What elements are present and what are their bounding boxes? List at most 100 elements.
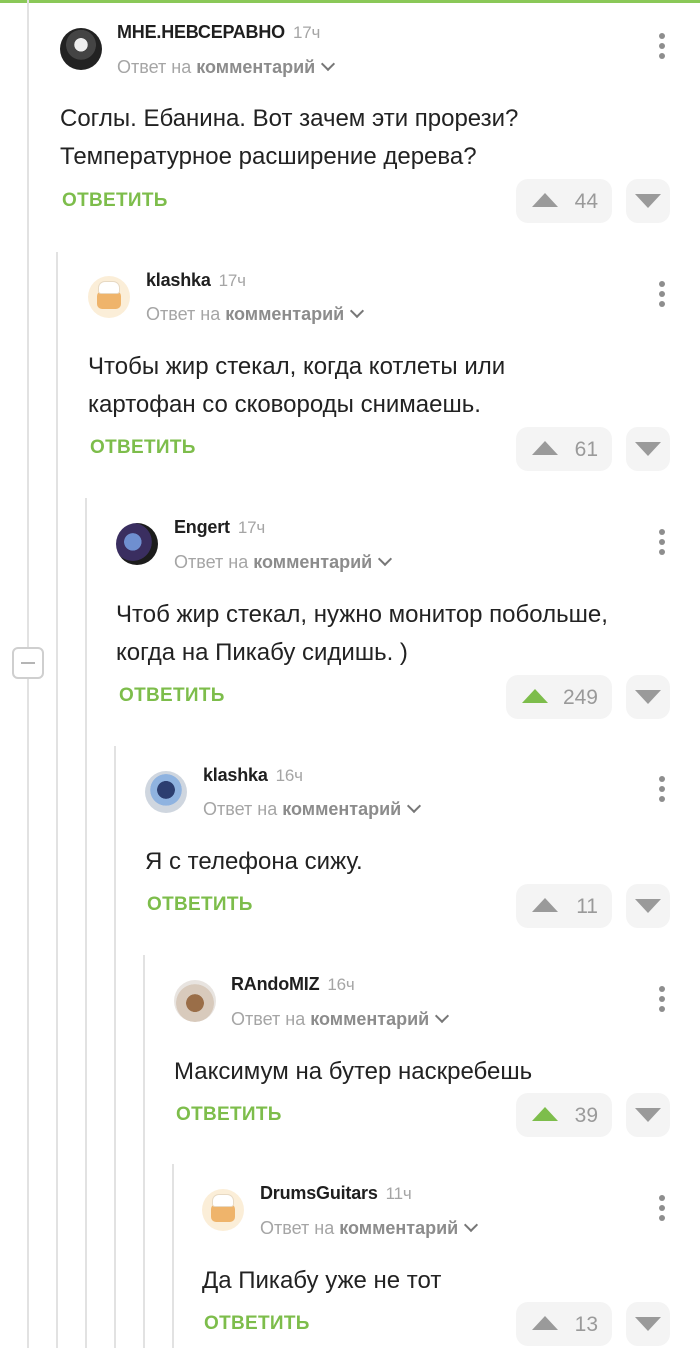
reply-button[interactable]: ОТВЕТИТЬ	[147, 894, 253, 916]
upvote-button[interactable]: 13	[516, 1302, 612, 1346]
author-name[interactable]: klashka	[203, 765, 268, 785]
reply-to-link[interactable]: Ответ на комментарий	[203, 798, 422, 820]
chevron-down-icon[interactable]	[350, 303, 365, 319]
reply-to-link[interactable]: Ответ на комментарий	[260, 1217, 479, 1239]
upvote-arrow-icon	[532, 1316, 558, 1330]
reply-prefix: Ответ на	[203, 799, 278, 819]
more-menu-icon[interactable]	[652, 281, 672, 311]
downvote-button[interactable]	[626, 1093, 670, 1137]
thread-line	[114, 746, 116, 1348]
reply-to-link[interactable]: Ответ на комментарий	[231, 1008, 450, 1030]
downvote-arrow-icon	[635, 1317, 661, 1331]
chevron-down-icon[interactable]	[321, 56, 336, 72]
comment-author[interactable]: DrumsGuitars 11ч	[260, 1183, 412, 1204]
reply-prefix: Ответ на	[260, 1218, 335, 1238]
comment-text: Да Пикабу уже не тот	[202, 1267, 442, 1294]
comment-author[interactable]: klashka 16ч	[203, 765, 303, 786]
doll-avatar[interactable]	[174, 980, 216, 1022]
author-name[interactable]: МНЕ.НЕВСЕРАВНО	[117, 22, 285, 42]
thread-line	[27, 679, 29, 1348]
reply-prefix: Ответ на	[117, 57, 192, 77]
more-menu-icon[interactable]	[652, 986, 672, 1016]
more-menu-icon[interactable]	[652, 529, 672, 559]
upvote-button[interactable]: 249	[506, 675, 612, 719]
comment-time: 11ч	[385, 1184, 412, 1203]
comment-text: Чтобы жир стекал, когда котлеты или карт…	[88, 353, 506, 418]
more-menu-icon[interactable]	[652, 776, 672, 806]
reply-parent-link[interactable]: комментарий	[225, 304, 344, 324]
chevron-down-icon[interactable]	[378, 551, 393, 567]
vote-score: 11	[576, 895, 598, 918]
upvote-arrow-icon	[532, 193, 558, 207]
reply-button[interactable]: ОТВЕТИТЬ	[90, 437, 196, 459]
comment-author[interactable]: Engert 17ч	[174, 517, 265, 538]
thread-line	[172, 1164, 174, 1348]
chevron-down-icon[interactable]	[435, 1008, 450, 1024]
reply-button[interactable]: ОТВЕТИТЬ	[119, 685, 225, 707]
reply-to-link[interactable]: Ответ на комментарий	[117, 56, 336, 78]
reply-parent-link[interactable]: комментарий	[196, 57, 315, 77]
downvote-arrow-icon	[635, 194, 661, 208]
vote-score: 249	[562, 686, 598, 709]
reply-parent-link[interactable]: комментарий	[282, 799, 401, 819]
comment-text: Я с телефона сижу.	[145, 848, 363, 875]
downvote-button[interactable]	[626, 1302, 670, 1346]
reply-parent-link[interactable]: комментарий	[339, 1218, 458, 1238]
comment-time: 16ч	[275, 766, 303, 785]
reply-prefix: Ответ на	[231, 1009, 306, 1029]
reply-to-link[interactable]: Ответ на комментарий	[146, 303, 365, 325]
downvote-button[interactable]	[626, 884, 670, 928]
downvote-button[interactable]	[626, 427, 670, 471]
chef-avatar[interactable]	[88, 276, 130, 318]
vote-score: 44	[574, 190, 598, 213]
reply-button[interactable]: ОТВЕТИТЬ	[204, 1313, 310, 1335]
author-name[interactable]: Engert	[174, 517, 230, 537]
reply-prefix: Ответ на	[146, 304, 221, 324]
chevron-down-icon[interactable]	[464, 1217, 479, 1233]
reply-button[interactable]: ОТВЕТИТЬ	[176, 1104, 282, 1126]
comment-author[interactable]: klashka 17ч	[146, 270, 246, 291]
upvote-arrow-icon	[522, 689, 548, 703]
downvote-button[interactable]	[626, 179, 670, 223]
chef-avatar[interactable]	[202, 1189, 244, 1231]
downvote-button[interactable]	[626, 675, 670, 719]
downvote-arrow-icon	[635, 1108, 661, 1122]
thread-line	[143, 955, 145, 1348]
upvote-button[interactable]: 11	[516, 884, 612, 928]
downvote-arrow-icon	[635, 899, 661, 913]
upvote-arrow-icon	[532, 441, 558, 455]
reply-to-link[interactable]: Ответ на комментарий	[174, 551, 393, 573]
comment-text: Соглы. Ебанина. Вот зачем эти прорези? Т…	[60, 105, 519, 170]
chevron-down-icon[interactable]	[407, 798, 422, 814]
thread-line	[56, 252, 58, 1348]
more-menu-icon[interactable]	[652, 1195, 672, 1225]
upvote-button[interactable]: 39	[516, 1093, 612, 1137]
robot-avatar[interactable]	[145, 771, 187, 813]
upvote-button[interactable]: 44	[516, 179, 612, 223]
skull-avatar[interactable]	[60, 28, 102, 70]
downvote-arrow-icon	[635, 690, 661, 704]
upvote-arrow-icon	[532, 1107, 558, 1121]
comment-author[interactable]: RAndoMIZ 16ч	[231, 974, 355, 995]
reply-prefix: Ответ на	[174, 552, 249, 572]
thread-line	[85, 498, 87, 1348]
author-name[interactable]: RAndoMIZ	[231, 974, 320, 994]
comment-text: Чтоб жир стекал, нужно монитор побольше,…	[116, 601, 608, 666]
vote-score: 39	[574, 1104, 598, 1127]
author-name[interactable]: klashka	[146, 270, 211, 290]
thread-line	[27, 0, 29, 647]
engert-avatar[interactable]	[116, 523, 158, 565]
comment-text: Максимум на бутер наскребешь	[174, 1058, 533, 1085]
reply-parent-link[interactable]: комментарий	[253, 552, 372, 572]
vote-score: 61	[574, 438, 598, 461]
collapse-thread-button[interactable]	[12, 647, 44, 679]
upvote-button[interactable]: 61	[516, 427, 612, 471]
more-menu-icon[interactable]	[652, 33, 672, 63]
upvote-arrow-icon	[532, 898, 558, 912]
downvote-arrow-icon	[635, 442, 661, 456]
reply-parent-link[interactable]: комментарий	[310, 1009, 429, 1029]
comment-author[interactable]: МНЕ.НЕВСЕРАВНО 17ч	[117, 22, 320, 43]
comment-time: 17ч	[218, 271, 246, 290]
author-name[interactable]: DrumsGuitars	[260, 1183, 378, 1203]
reply-button[interactable]: ОТВЕТИТЬ	[62, 190, 168, 212]
